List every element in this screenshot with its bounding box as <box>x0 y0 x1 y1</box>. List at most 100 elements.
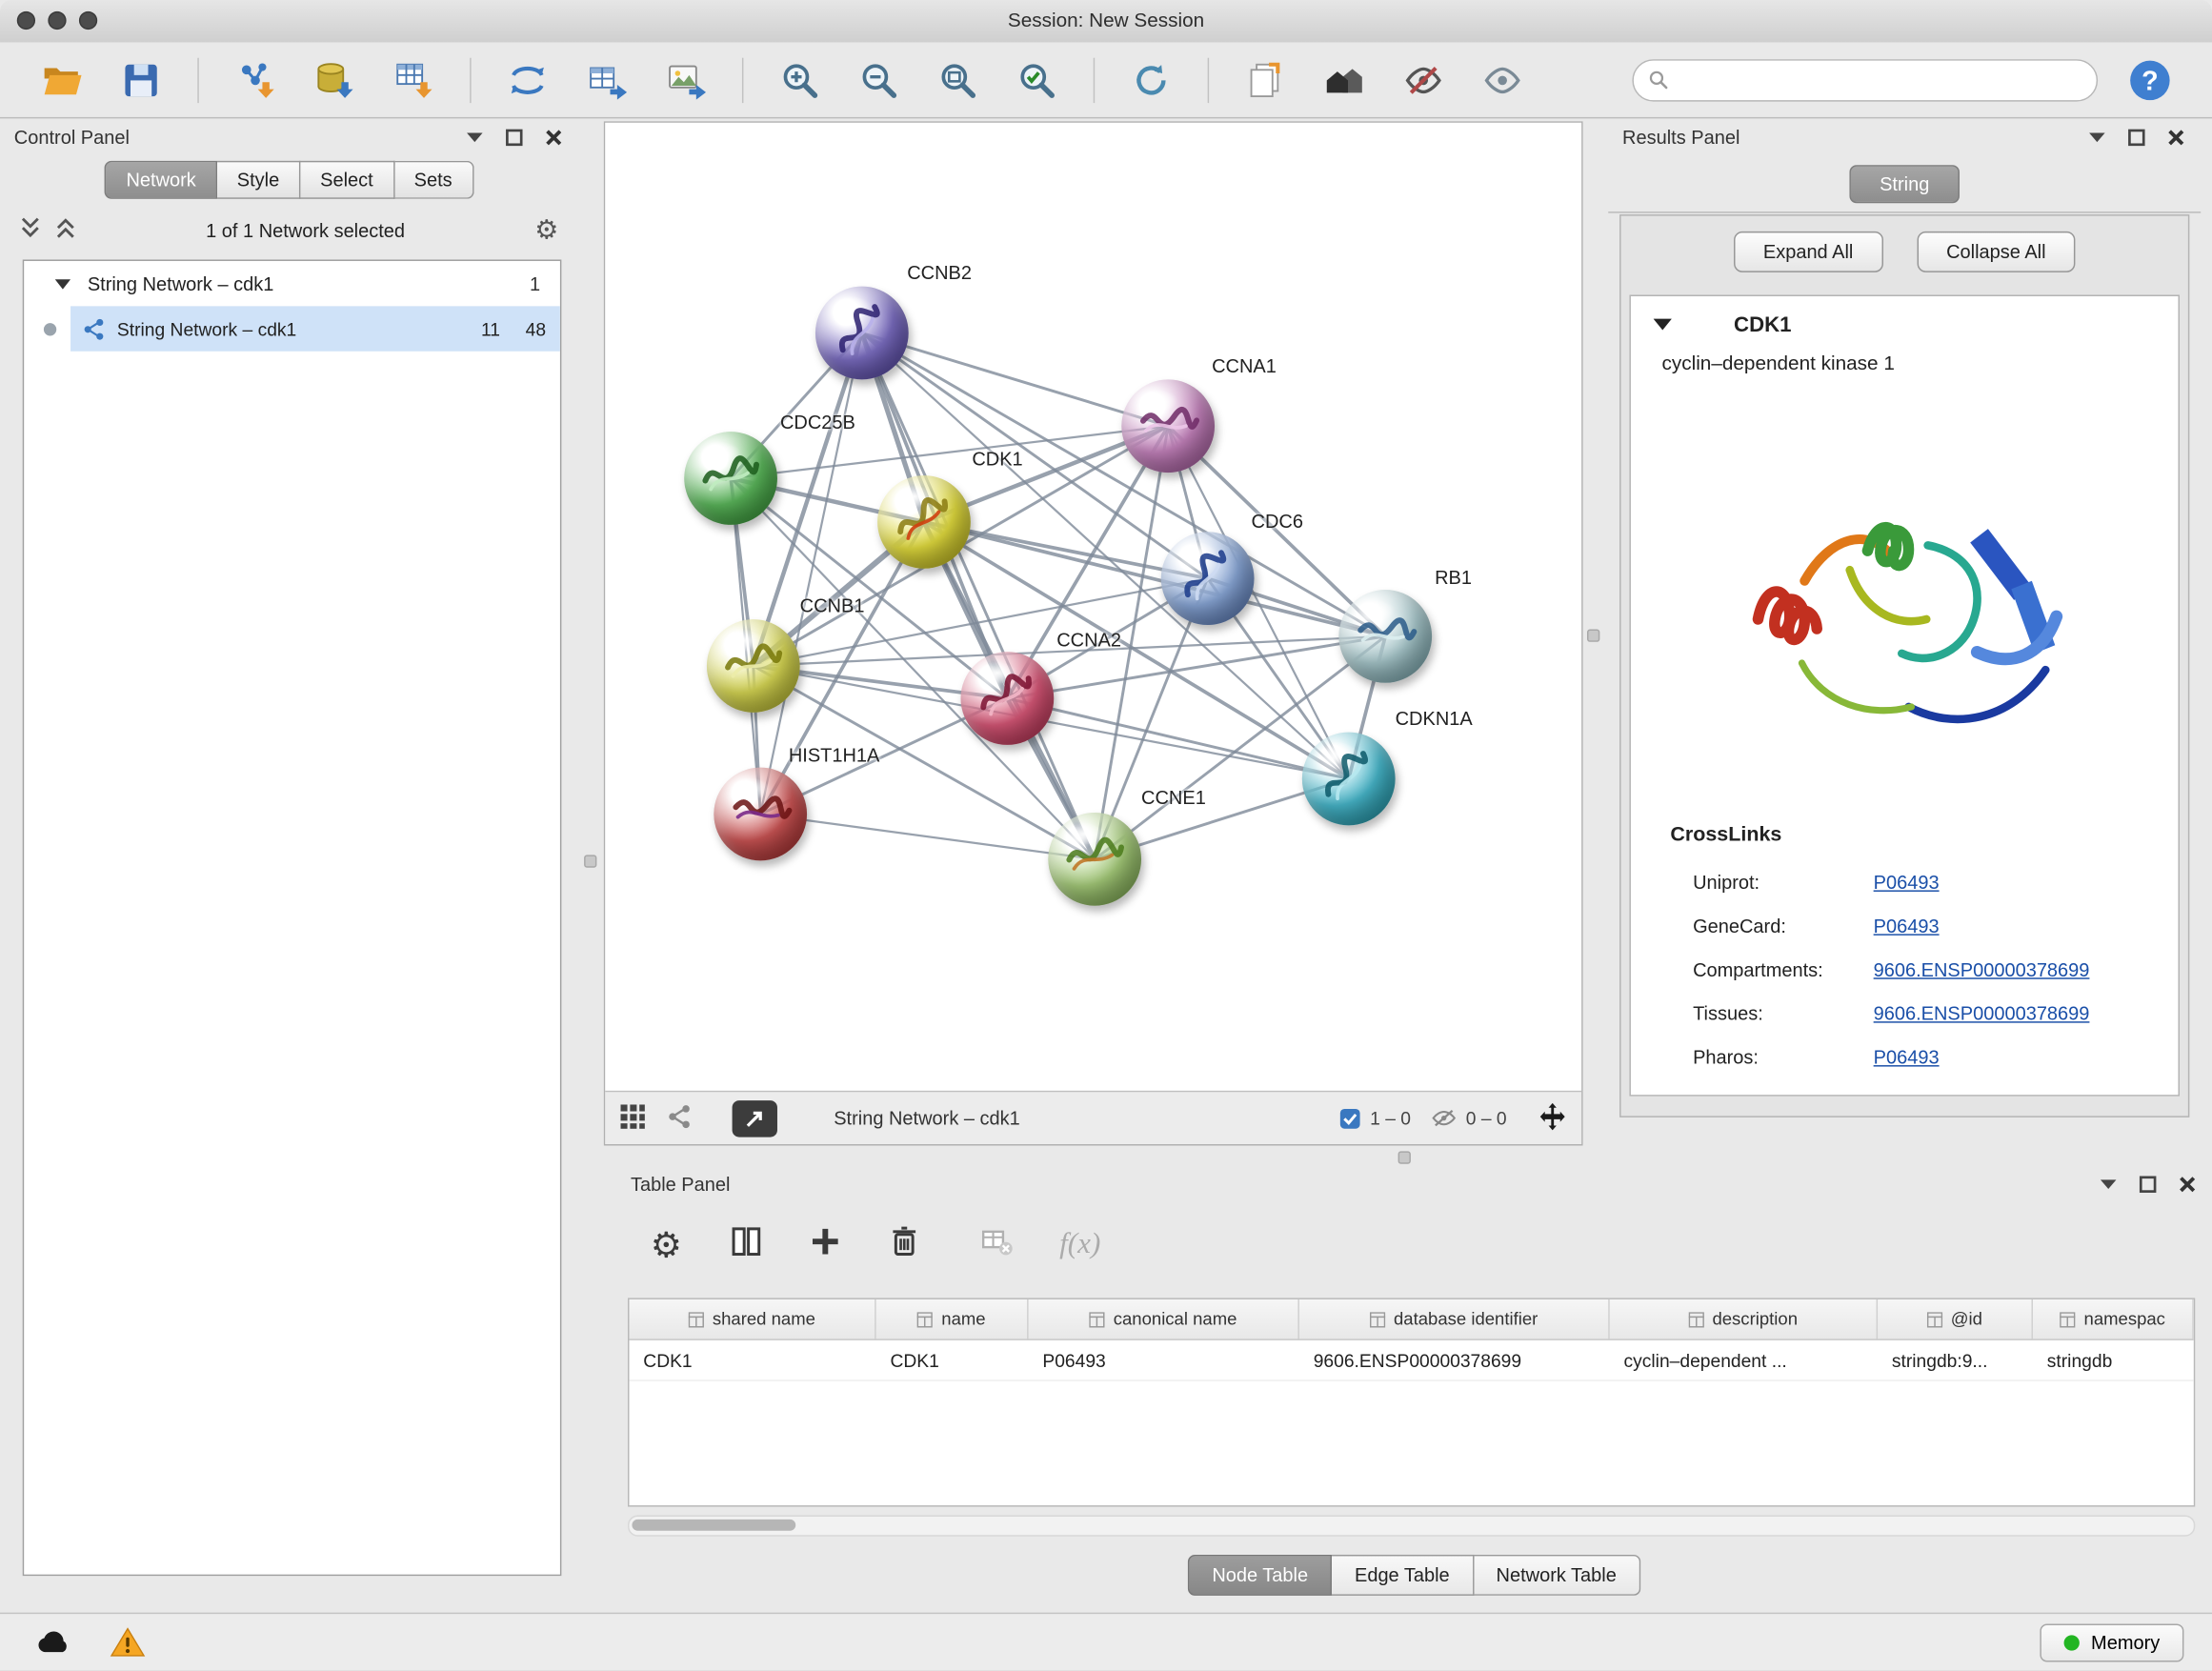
panel-close-icon[interactable] <box>2164 126 2187 149</box>
tab-sets[interactable]: Sets <box>394 161 473 199</box>
column-header-database-identifier[interactable]: database identifier <box>1299 1299 1610 1339</box>
network-node-RB1[interactable] <box>1338 590 1432 683</box>
panel-float-icon[interactable] <box>502 126 525 149</box>
scrollbar-thumb[interactable] <box>632 1520 795 1531</box>
crosslink-link[interactable]: P06493 <box>1874 872 1940 893</box>
warnings-button[interactable] <box>102 1622 152 1661</box>
network-node-CCNA1[interactable] <box>1121 379 1215 473</box>
panel-collapse-icon[interactable] <box>463 126 486 149</box>
network-node-HIST1H1A[interactable] <box>714 768 807 861</box>
refresh-layout-button[interactable] <box>1118 49 1183 111</box>
network-edge-CCNA2-CDKN1A[interactable] <box>1007 698 1348 778</box>
network-node-CDK1[interactable] <box>877 475 971 569</box>
column-header-namespac[interactable]: namespac <box>2033 1299 2194 1339</box>
crosslink-link[interactable]: 9606.ENSP00000378699 <box>1874 959 2090 980</box>
panel-collapse-icon[interactable] <box>2097 1173 2120 1196</box>
table-cell[interactable]: 9606.ENSP00000378699 <box>1299 1340 1610 1379</box>
selected-network[interactable]: String Network – cdk1 11 48 <box>70 306 560 351</box>
export-table-button[interactable] <box>574 49 639 111</box>
column-header--id[interactable]: @id <box>1878 1299 2033 1339</box>
search-input[interactable] <box>1678 68 2082 91</box>
birdseye-view-button[interactable] <box>733 1099 777 1137</box>
table-cell[interactable]: stringdb <box>2033 1340 2194 1379</box>
network-node-CDC6[interactable] <box>1161 532 1255 625</box>
network-node-CCNE1[interactable] <box>1048 813 1141 906</box>
panel-float-icon[interactable] <box>2136 1173 2159 1196</box>
table-cell[interactable]: cyclin–dependent ... <box>1610 1340 1878 1379</box>
save-session-button[interactable] <box>109 49 173 111</box>
panel-close-icon[interactable] <box>542 126 565 149</box>
table-row[interactable]: CDK1CDK1P064939606.ENSP00000378699cyclin… <box>629 1340 2193 1381</box>
network-node-CCNB1[interactable] <box>707 619 800 713</box>
network-canvas[interactable]: CCNB2CCNA1CDC25BCDK1CDC6RB1CCNB1CCNA2CDK… <box>605 123 1581 1091</box>
gear-icon[interactable]: ⚙ <box>534 213 558 246</box>
memory-button[interactable]: Memory <box>2041 1623 2184 1661</box>
cloud-status-button[interactable] <box>29 1622 79 1661</box>
add-column-icon[interactable] <box>809 1224 846 1261</box>
collapse-all-button[interactable]: Collapse All <box>1917 232 2076 272</box>
network-from-selection-button[interactable] <box>495 49 560 111</box>
network-edge-CCNB2-HIST1H1A[interactable] <box>760 332 862 814</box>
hide-selected-button[interactable] <box>1391 49 1456 111</box>
zoom-fit-button[interactable] <box>925 49 990 111</box>
network-collection-row[interactable]: String Network – cdk1 1 <box>24 261 560 306</box>
table-settings-gear-icon[interactable]: ⚙ <box>651 1224 688 1261</box>
tab-network-table[interactable]: Network Table <box>1474 1555 1640 1596</box>
network-row[interactable]: String Network – cdk1 11 48 <box>24 306 560 351</box>
column-header-description[interactable]: description <box>1610 1299 1878 1339</box>
left-splitter-handle[interactable] <box>584 855 596 867</box>
export-image-button[interactable] <box>654 49 718 111</box>
crosslink-link[interactable]: P06493 <box>1874 1047 1940 1068</box>
network-edge-CCNB2-CCNA1[interactable] <box>862 332 1168 426</box>
tab-node-table[interactable]: Node Table <box>1188 1555 1332 1596</box>
collapse-all-networks-icon[interactable] <box>20 217 41 243</box>
panel-collapse-icon[interactable] <box>2085 126 2108 149</box>
network-edge-CCNB2-CCNE1[interactable] <box>862 332 1095 858</box>
panel-float-icon[interactable] <box>2124 126 2147 149</box>
zoom-selected-button[interactable] <box>1004 49 1069 111</box>
column-header-shared-name[interactable]: shared name <box>629 1299 875 1339</box>
crosslink-row: Tissues:9606.ENSP00000378699 <box>1693 992 2164 1036</box>
tab-style[interactable]: Style <box>217 161 300 199</box>
home-button[interactable] <box>1312 49 1377 111</box>
show-columns-icon[interactable] <box>730 1224 767 1261</box>
import-network-file-button[interactable] <box>223 49 288 111</box>
table-cell[interactable]: CDK1 <box>629 1340 875 1379</box>
horizontal-splitter-handle[interactable] <box>1398 1151 1411 1163</box>
import-table-button[interactable] <box>381 49 446 111</box>
crosslink-link[interactable]: 9606.ENSP00000378699 <box>1874 1003 2090 1024</box>
network-node-CCNA2[interactable] <box>960 652 1054 745</box>
entry-caret-icon[interactable] <box>1654 314 1672 335</box>
import-network-database-button[interactable] <box>302 49 367 111</box>
tab-select[interactable]: Select <box>300 161 394 199</box>
network-icon[interactable] <box>666 1102 693 1134</box>
network-edge-HIST1H1A-CCNE1[interactable] <box>760 814 1095 858</box>
network-node-CDKN1A[interactable] <box>1302 733 1396 826</box>
network-node-CCNB2[interactable] <box>815 287 909 380</box>
show-all-button[interactable] <box>1470 49 1535 111</box>
expand-all-networks-icon[interactable] <box>55 217 76 243</box>
tab-edge-table[interactable]: Edge Table <box>1332 1555 1474 1596</box>
panel-close-icon[interactable] <box>2176 1173 2199 1196</box>
tab-network[interactable]: Network <box>105 161 217 199</box>
table-horizontal-scrollbar[interactable] <box>628 1515 2195 1536</box>
duplicate-view-button[interactable] <box>1233 49 1297 111</box>
help-button[interactable]: ? <box>2118 49 2182 111</box>
table-cell[interactable]: stringdb:9... <box>1878 1340 2033 1379</box>
table-cell[interactable]: CDK1 <box>876 1340 1029 1379</box>
open-session-button[interactable] <box>30 49 94 111</box>
delete-column-icon[interactable] <box>887 1224 924 1261</box>
network-node-CDC25B[interactable] <box>684 432 777 525</box>
pan-move-icon[interactable] <box>1538 1101 1567 1136</box>
zoom-out-button[interactable] <box>847 49 912 111</box>
column-header-name[interactable]: name <box>876 1299 1029 1339</box>
tab-string[interactable]: String <box>1850 165 1959 203</box>
collection-caret-icon[interactable] <box>55 273 70 294</box>
grid-view-icon[interactable] <box>619 1102 646 1134</box>
zoom-in-button[interactable] <box>768 49 833 111</box>
column-header-canonical-name[interactable]: canonical name <box>1029 1299 1299 1339</box>
expand-all-button[interactable]: Expand All <box>1734 232 1883 272</box>
crosslink-link[interactable]: P06493 <box>1874 916 1940 936</box>
right-splitter-handle[interactable] <box>1587 629 1599 641</box>
table-cell[interactable]: P06493 <box>1029 1340 1299 1379</box>
